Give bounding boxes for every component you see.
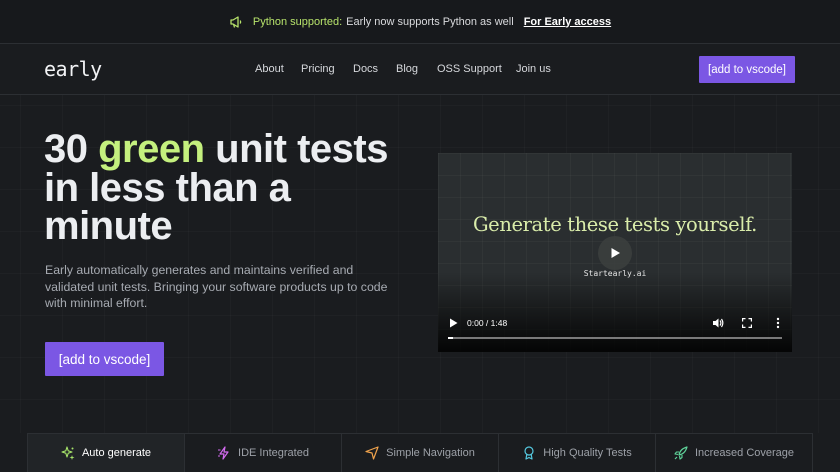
- top-nav: early About Pricing Docs Blog OSS Suppor…: [0, 45, 840, 95]
- tab-label: Simple Navigation: [386, 447, 475, 459]
- video-time: 0:00 / 1:48: [467, 318, 508, 328]
- nav-link-blog[interactable]: Blog: [396, 63, 418, 75]
- video-play-overlay-button[interactable]: [598, 236, 632, 270]
- add-to-vscode-nav-button[interactable]: [add to vscode]: [699, 56, 795, 83]
- play-icon[interactable]: [448, 318, 458, 328]
- nav-link-pricing[interactable]: Pricing: [301, 63, 335, 75]
- video-progress-fill: [448, 337, 453, 339]
- add-to-vscode-hero-button[interactable]: [add to vscode]: [45, 342, 164, 376]
- nav-link-join-us[interactable]: Join us: [516, 63, 551, 75]
- video-player[interactable]: Generate these tests yourself. Startearl…: [438, 153, 792, 352]
- hero-title: 30 green unit tests in less than a minut…: [44, 127, 388, 248]
- tab-label: IDE Integrated: [238, 447, 309, 459]
- announcement-banner: Python supported: Early now supports Pyt…: [0, 0, 840, 44]
- lightning-icon: [217, 446, 231, 460]
- more-options-icon[interactable]: [772, 317, 784, 329]
- megaphone-icon: [229, 15, 243, 29]
- tab-label: Auto generate: [81, 447, 152, 459]
- tab-ide-integrated[interactable]: IDE Integrated: [185, 434, 342, 472]
- banner-text: Early now supports Python as well: [346, 15, 514, 28]
- play-icon: [611, 248, 620, 258]
- banner-highlight: Python supported:: [252, 15, 343, 28]
- volume-icon[interactable]: [712, 317, 724, 329]
- navigation-arrow-icon: [365, 446, 379, 460]
- hero-title-highlight: green: [98, 127, 205, 171]
- fullscreen-icon[interactable]: [742, 318, 752, 328]
- award-badge-icon: [522, 446, 536, 460]
- tab-increased-coverage[interactable]: Increased Coverage: [656, 434, 812, 472]
- video-progress-bar[interactable]: [448, 337, 782, 339]
- tab-simple-navigation[interactable]: Simple Navigation: [342, 434, 499, 472]
- early-access-link[interactable]: For Early access: [524, 16, 611, 28]
- tab-label: High Quality Tests: [543, 447, 632, 459]
- tab-high-quality-tests[interactable]: High Quality Tests: [499, 434, 656, 472]
- nav-link-docs[interactable]: Docs: [353, 63, 378, 75]
- video-subtitle: Startearly.ai: [583, 269, 647, 278]
- tab-label: Increased Coverage: [694, 447, 795, 459]
- sparkles-icon: [61, 446, 75, 460]
- video-headline: Generate these tests yourself.: [473, 213, 757, 236]
- hero-description: Early automatically generates and mainta…: [45, 263, 388, 310]
- video-controls: 0:00 / 1:48: [438, 313, 792, 343]
- rocket-icon: [674, 446, 688, 460]
- tab-auto-generate[interactable]: Auto generate: [28, 434, 185, 472]
- nav-link-about[interactable]: About: [255, 63, 284, 75]
- feature-tabs: Auto generate IDE Integrated Simple Navi…: [27, 433, 813, 472]
- nav-link-oss-support[interactable]: OSS Support: [437, 63, 502, 75]
